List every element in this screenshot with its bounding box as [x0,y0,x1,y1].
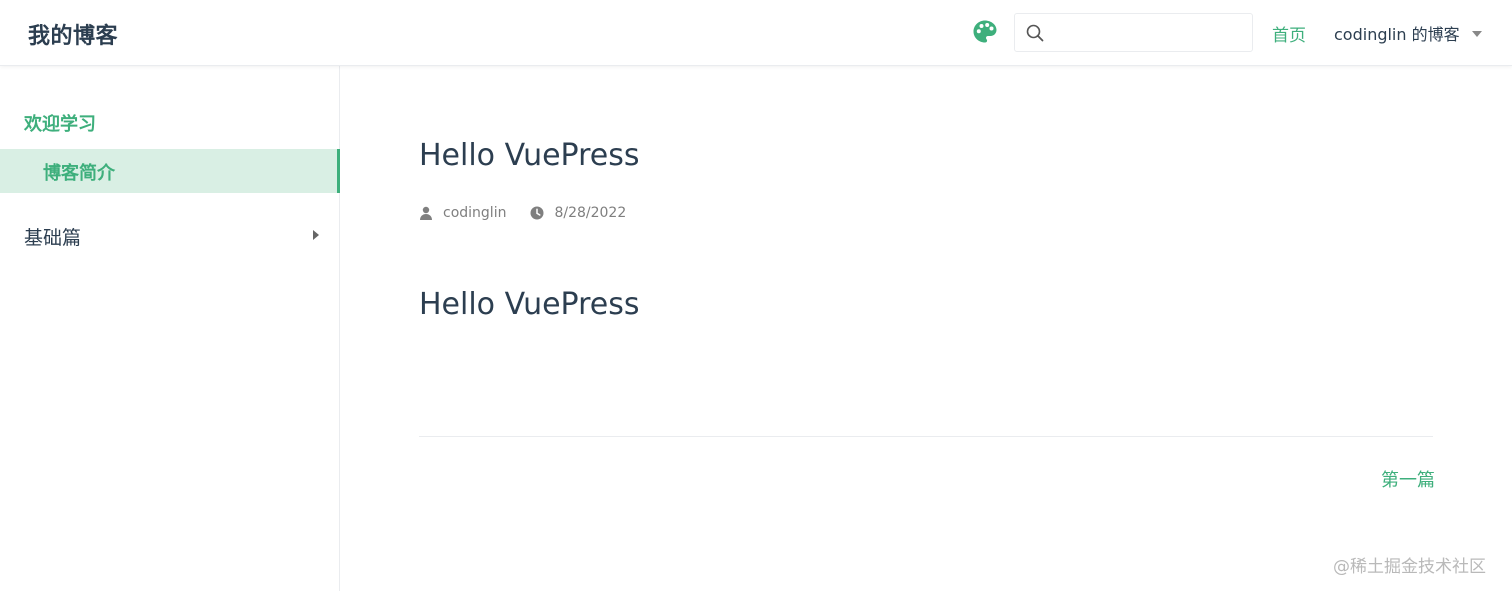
search-icon [1025,23,1045,43]
navbar: 我的博客 首页 codinglin 的博客 [0,0,1512,66]
page-meta: codinglin 8/28/2022 [419,203,650,223]
chevron-right-icon [313,230,319,240]
search-box[interactable] [1014,13,1253,52]
palette-icon[interactable] [972,19,998,45]
nav-dropdown-label: codinglin 的博客 [1334,25,1460,44]
sidebar: 欢迎学习 博客简介 基础篇 [0,66,340,591]
user-icon [419,206,433,220]
nav-link-home[interactable]: 首页 [1272,21,1306,46]
page-title: Hello VuePress [419,138,640,173]
sidebar-item-label: 博客简介 [43,163,115,184]
site-title[interactable]: 我的博客 [28,18,118,50]
publish-date: 8/28/2022 [554,205,627,221]
meta-author: codinglin [419,205,506,221]
sidebar-group-title-welcome[interactable]: 欢迎学习 [24,110,96,136]
sidebar-group-basics[interactable]: 基础篇 [0,218,340,254]
main-content: Hello VuePress codinglin 8/28/2022 Hello… [341,66,1512,591]
watermark: @稀土掘金技术社区 [1333,557,1486,577]
chevron-down-icon [1471,31,1482,37]
clock-icon [530,206,544,220]
sidebar-item-blog-intro[interactable]: 博客简介 [0,149,340,193]
next-page-link[interactable]: 第一篇 [1381,466,1435,492]
article-heading: Hello VuePress [419,287,640,322]
search-input[interactable] [1051,20,1247,46]
author-name[interactable]: codinglin [443,205,506,221]
nav-dropdown-blog[interactable]: codinglin 的博客 [1334,21,1482,45]
meta-date: 8/28/2022 [530,205,626,221]
page-divider [419,436,1433,437]
sidebar-group-label: 基础篇 [24,227,82,249]
